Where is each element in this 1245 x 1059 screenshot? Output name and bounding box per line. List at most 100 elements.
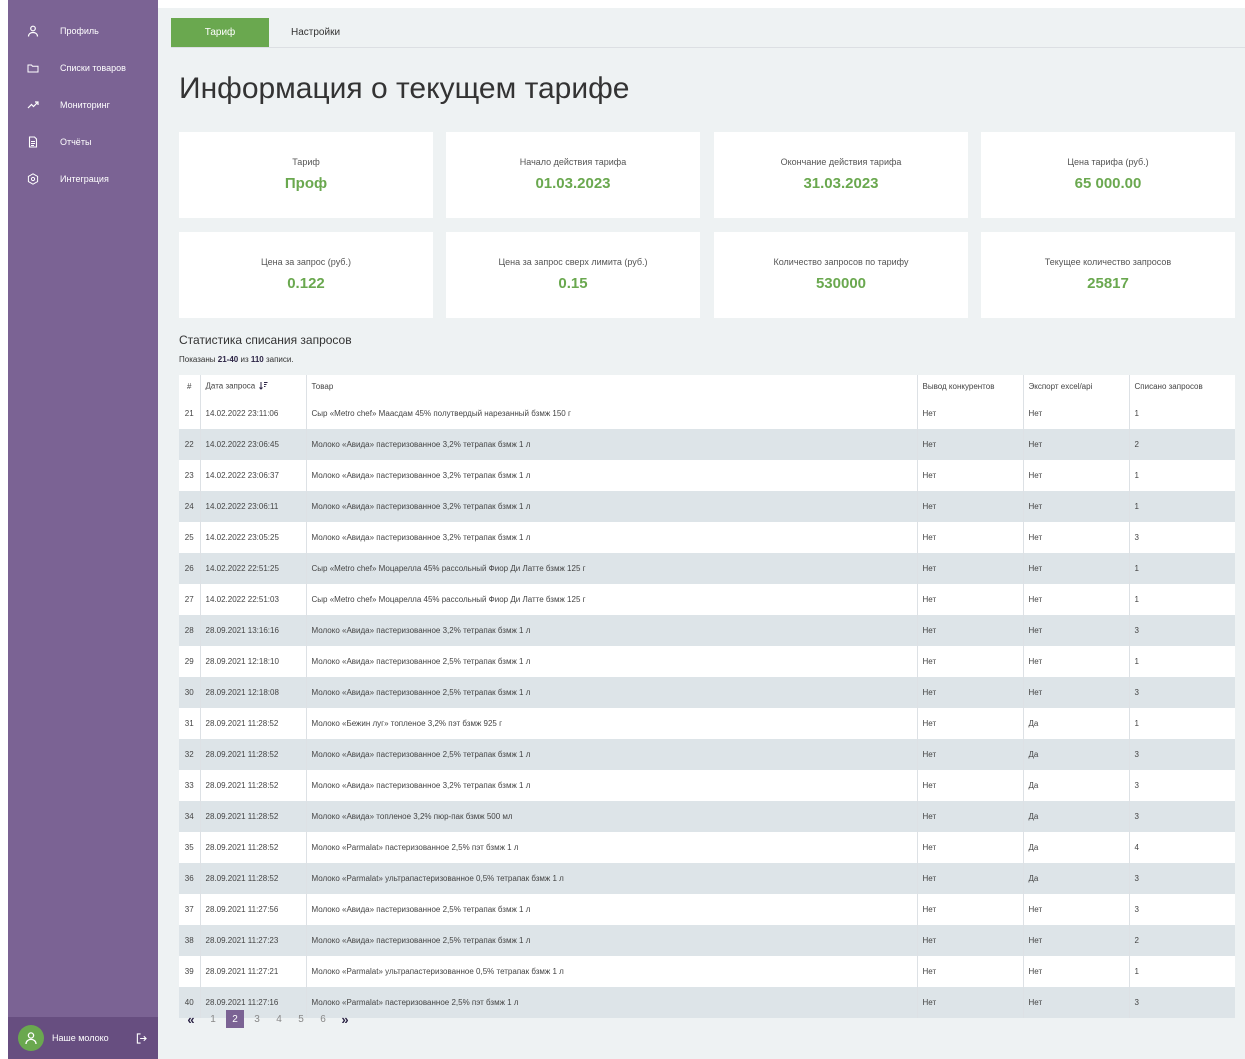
cell-export: Нет (1023, 956, 1130, 987)
column-header-date-label: Дата запроса (205, 381, 256, 391)
cell-export: Нет (1023, 398, 1130, 429)
sidebar-item-label: Отчёты (60, 136, 92, 147)
card-current-requests: Текущее количество запросов 25817 (981, 232, 1235, 318)
cell-date: 28.09.2021 11:27:23 (200, 925, 307, 956)
cell-export: Да (1023, 770, 1130, 801)
cell-product: Молоко «Бежин луг» топленое 3,2% пэт бзм… (306, 708, 918, 739)
card-value: 01.03.2023 (535, 175, 611, 192)
card-tariff-price: Цена тарифа (руб.) 65 000.00 (981, 132, 1235, 218)
card-label: Цена за запрос сверх лимита (руб.) (498, 257, 648, 267)
cell-export: Нет (1023, 429, 1130, 460)
cell-competitors: Нет (917, 832, 1024, 863)
pagination-first[interactable]: « (180, 1010, 202, 1028)
cell-date: 14.02.2022 23:06:37 (200, 460, 307, 491)
table-row: 22 14.02.2022 23:06:45 Молоко «Авида» паст… (179, 429, 1235, 460)
cell-product: Молоко «Авида» пастеризованное 3,2% тетр… (306, 615, 918, 646)
cell-date: 28.09.2021 11:28:52 (200, 801, 307, 832)
summary-suffix: записи. (265, 355, 294, 364)
table-row: 27 14.02.2022 22:51:03 Сыр «Metro chef» Мо… (179, 584, 1235, 615)
api-icon (26, 172, 40, 186)
records-summary: Показаны 21-40 из 110 записи. (179, 355, 294, 364)
cell-written-off: 2 (1129, 429, 1235, 460)
cell-number: 39 (179, 956, 201, 987)
sidebar: Профиль Списки товаров Мониторинг Отчёты… (8, 0, 158, 1059)
sidebar-item-profile[interactable]: Профиль (8, 12, 158, 49)
cell-number: 34 (179, 801, 201, 832)
page-link[interactable]: 3 (246, 1010, 268, 1028)
table-row: 28 28.09.2021 13:16:16 Молоко «Авида» паст… (179, 615, 1235, 646)
cell-date: 28.09.2021 11:28:52 (200, 739, 307, 770)
cell-product: Молоко «Авида» пастеризованное 2,5% тетр… (306, 739, 918, 770)
cell-written-off: 3 (1129, 677, 1235, 708)
cell-competitors: Нет (917, 863, 1024, 894)
page-link[interactable]: 1 (202, 1010, 224, 1028)
cell-written-off: 1 (1129, 491, 1235, 522)
page-link[interactable]: 4 (268, 1010, 290, 1028)
column-header-number: # (179, 375, 201, 398)
cell-number: 36 (179, 863, 201, 894)
cell-date: 28.09.2021 11:28:52 (200, 708, 307, 739)
cell-export: Да (1023, 832, 1130, 863)
summary-mid: из (240, 355, 249, 364)
column-header-product: Товар (306, 375, 918, 398)
requests-table: # Дата запроса Товар Вывод конкурентов Э… (179, 375, 1235, 1018)
tabs: Тариф Настройки (171, 18, 362, 47)
cell-product: Молоко «Parmalat» ультрапастеризованное … (306, 956, 918, 987)
cell-number: 32 (179, 739, 201, 770)
tab-tariff[interactable]: Тариф (171, 18, 269, 47)
cell-written-off: 1 (1129, 646, 1235, 677)
sidebar-item-integration[interactable]: Интеграция (8, 160, 158, 197)
summary-prefix: Показаны (179, 355, 216, 364)
sidebar-item-product-lists[interactable]: Списки товаров (8, 49, 158, 86)
cell-competitors: Нет (917, 739, 1024, 770)
cell-written-off: 3 (1129, 522, 1235, 553)
card-value: 31.03.2023 (803, 175, 879, 192)
cell-date: 14.02.2022 23:06:45 (200, 429, 307, 460)
table-row: 23 14.02.2022 23:06:37 Молоко «Авида» паст… (179, 460, 1235, 491)
stats-title: Статистика списания запросов (179, 333, 352, 347)
sort-desc-icon[interactable] (259, 381, 268, 392)
card-value: 0.15 (558, 275, 588, 292)
pagination-last[interactable]: » (334, 1010, 356, 1028)
card-tariff-end: Окончание действия тарифа 31.03.2023 (714, 132, 968, 218)
card-label: Цена тарифа (руб.) (1067, 157, 1149, 167)
column-header-date[interactable]: Дата запроса (200, 375, 307, 398)
cell-date: 14.02.2022 22:51:03 (200, 584, 307, 615)
table-row: 26 14.02.2022 22:51:25 Сыр «Metro chef» Мо… (179, 553, 1235, 584)
avatar[interactable] (18, 1025, 44, 1051)
cell-export: Нет (1023, 646, 1130, 677)
cell-product: Молоко «Авида» пастеризованное 3,2% тетр… (306, 460, 918, 491)
cell-competitors: Нет (917, 925, 1024, 956)
cell-competitors: Нет (917, 491, 1024, 522)
cell-product: Молоко «Авида» топленое 3,2% пюр-пак бзм… (306, 801, 918, 832)
cell-date: 28.09.2021 11:28:52 (200, 832, 307, 863)
cell-number: 38 (179, 925, 201, 956)
cell-product: Молоко «Parmalat» пастеризованное 2,5% п… (306, 832, 918, 863)
cell-export: Нет (1023, 677, 1130, 708)
cell-competitors: Нет (917, 708, 1024, 739)
cell-export: Нет (1023, 615, 1130, 646)
cell-export: Нет (1023, 460, 1130, 491)
cell-export: Да (1023, 801, 1130, 832)
user-panel: Наше молоко (8, 1017, 158, 1059)
cell-competitors: Нет (917, 770, 1024, 801)
page-link-current[interactable]: 2 (226, 1010, 244, 1028)
cell-competitors: Нет (917, 646, 1024, 677)
column-header-competitors: Вывод конкурентов (917, 375, 1024, 398)
logout-icon[interactable] (134, 1031, 148, 1045)
page-link[interactable]: 6 (312, 1010, 334, 1028)
cell-number: 26 (179, 553, 201, 584)
cell-number: 23 (179, 460, 201, 491)
cell-export: Нет (1023, 584, 1130, 615)
cell-written-off: 3 (1129, 987, 1235, 1018)
cell-product: Молоко «Авида» пастеризованное 3,2% тетр… (306, 491, 918, 522)
cell-product: Молоко «Parmalat» пастеризованное 2,5% п… (306, 987, 918, 1018)
page-link[interactable]: 5 (290, 1010, 312, 1028)
card-value: 0.122 (287, 275, 325, 292)
cell-date: 14.02.2022 23:06:11 (200, 491, 307, 522)
cell-number: 25 (179, 522, 201, 553)
column-header-written-off: Списано запросов (1129, 375, 1235, 398)
sidebar-item-monitoring[interactable]: Мониторинг (8, 86, 158, 123)
sidebar-item-reports[interactable]: Отчёты (8, 123, 158, 160)
tab-settings[interactable]: Настройки (269, 18, 362, 47)
